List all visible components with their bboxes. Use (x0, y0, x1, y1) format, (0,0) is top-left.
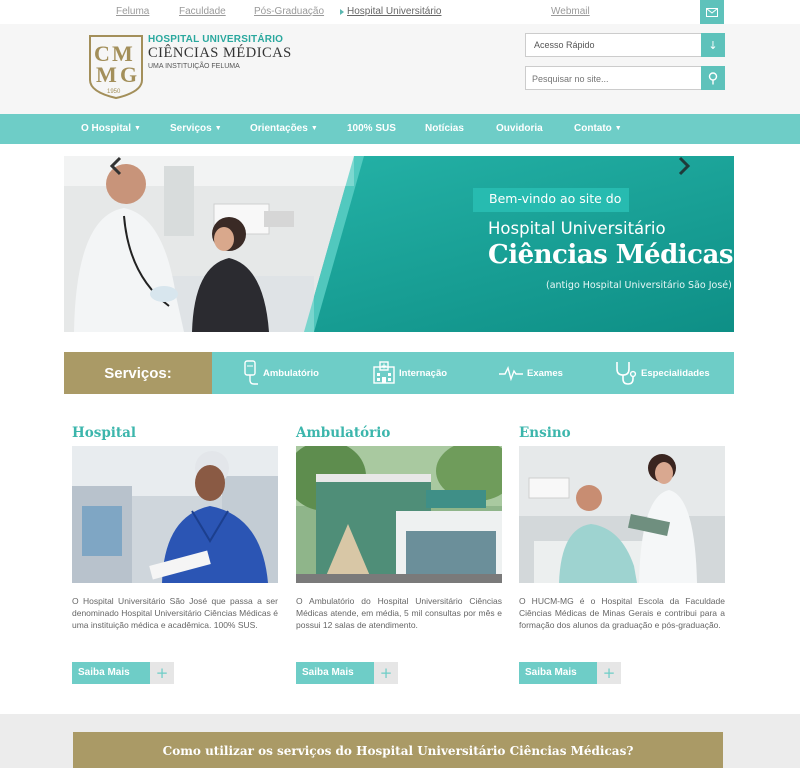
service-ambulatorio[interactable]: Ambulatório (242, 360, 319, 386)
search-input[interactable] (526, 68, 696, 90)
logo-line-ciencias: CIÊNCIAS MÉDICAS (148, 45, 292, 61)
content-section: Hospital O Hospital Universitário São Jo… (0, 414, 800, 714)
column-title: Ambulatório (296, 425, 391, 441)
column-ambulatorio: Ambulatório O Ambulatório do Hospital Un… (296, 414, 502, 650)
link-webmail[interactable]: Webmail (551, 6, 590, 17)
services-bar: Serviços: Ambulatório Internação Exames … (64, 352, 734, 394)
how-to-use-banner[interactable]: Como utilizar os serviços do Hospital Un… (73, 732, 723, 768)
caret-down-icon: ▼ (134, 125, 141, 132)
button-label: Saiba Mais (296, 662, 374, 684)
nav-item-noticias[interactable]: Notícias (425, 123, 464, 134)
service-especialidades[interactable]: Especialidades (614, 360, 710, 386)
nav-label: Contato (574, 123, 612, 134)
plus-icon: + (374, 662, 398, 684)
service-internacao[interactable]: Internação (372, 360, 447, 386)
svg-text:M: M (96, 62, 117, 87)
saiba-mais-ensino-button[interactable]: Saiba Mais + (519, 662, 621, 684)
hero-slider: Bem-vindo ao site do Hospital Universitá… (64, 156, 734, 332)
saiba-mais-ambulatorio-button[interactable]: Saiba Mais + (296, 662, 398, 684)
logo-text: HOSPITAL UNIVERSITÁRIO CIÊNCIAS MÉDICAS … (148, 34, 292, 70)
nav-item-100-sus[interactable]: 100% SUS (347, 123, 396, 134)
hero-title-line1: Hospital Universitário (488, 219, 666, 238)
nav-label: O Hospital (81, 123, 132, 134)
column-text: O Hospital Universitário São José que pa… (72, 596, 278, 630)
saiba-mais-hospital-button[interactable]: Saiba Mais + (72, 662, 174, 684)
column-ensino: Ensino O HUCM-MG é o Hospital Escola da … (519, 414, 725, 650)
nav-item-orientacoes[interactable]: Orientações ▼ (250, 123, 318, 134)
nav-item-ouvidoria[interactable]: Ouvidoria (496, 123, 543, 134)
active-marker-icon (340, 9, 344, 15)
envelope-icon (706, 7, 718, 17)
ambulatorio-building-photo (296, 446, 502, 583)
hero-title-line2: Ciências Médicas (488, 240, 733, 270)
service-label: Internação (399, 367, 448, 379)
main-nav: O Hospital ▼ Serviços ▼ Orientações ▼ 100% … (0, 114, 800, 144)
link-feluma[interactable]: Feluma (116, 6, 149, 17)
button-label: Saiba Mais (72, 662, 150, 684)
top-links-bar: Feluma Faculdade Pós-Graduação Hospital … (0, 0, 800, 24)
logo-line-feluma: UMA INSTITUIÇÃO FELUMA (148, 63, 240, 70)
column-title: Hospital (72, 425, 137, 441)
svg-text:G: G (120, 62, 137, 87)
cmmg-seal-logo[interactable]: C M M G 1950 (88, 34, 144, 100)
column-title: Ensino (519, 425, 571, 441)
services-title: Serviços: (64, 352, 212, 394)
service-label: Ambulatório (263, 367, 319, 379)
search-button[interactable] (701, 66, 725, 90)
caret-down-icon: ▼ (214, 125, 222, 132)
quick-access-select[interactable]: Acesso Rápido ↓ (525, 33, 725, 57)
search-icon (708, 71, 718, 84)
nav-label: Orientações (250, 123, 308, 134)
plus-icon: + (150, 662, 174, 684)
iv-drip-icon (244, 360, 258, 385)
svg-text:1950: 1950 (107, 89, 121, 95)
column-text: O HUCM-MG é o Hospital Escola da Faculda… (519, 596, 725, 630)
button-label: Saiba Mais (519, 662, 597, 684)
slider-prev-arrow-icon[interactable] (108, 156, 124, 176)
search-box (525, 66, 725, 90)
link-hospital-universitario[interactable]: Hospital Universitário (347, 6, 441, 17)
link-pos-graduacao[interactable]: Pós-Graduação (254, 6, 324, 17)
logo-line-hospital: HOSPITAL UNIVERSITÁRIO (148, 34, 284, 45)
mail-button[interactable] (700, 0, 724, 24)
stethoscope-icon (616, 362, 637, 385)
nav-label: Serviços (170, 123, 212, 134)
chevron-down-icon[interactable]: ↓ (701, 33, 725, 57)
ensino-photo (519, 446, 725, 583)
hero-subtitle: (antigo Hospital Universitário São José) (546, 280, 732, 291)
nurse-photo (72, 446, 278, 583)
service-label: Exames (527, 367, 563, 379)
hero-welcome-badge: Bem-vindo ao site do (473, 188, 630, 212)
column-hospital: Hospital O Hospital Universitário São Jo… (72, 414, 278, 650)
caret-down-icon: ▼ (310, 125, 318, 132)
link-faculdade[interactable]: Faculdade (179, 6, 226, 17)
column-text: O Ambulatório do Hospital Universitário … (296, 596, 502, 630)
nav-item-contato[interactable]: Contato ▼ (574, 123, 622, 134)
service-label: Especialidades (641, 367, 710, 379)
hospital-building-icon (373, 361, 395, 384)
plus-icon: + (597, 662, 621, 684)
slider-next-arrow-icon[interactable] (676, 156, 692, 176)
nav-item-o-hospital[interactable]: O Hospital ▼ (81, 123, 141, 134)
service-exames[interactable]: Exames (498, 360, 563, 386)
site-header: C M M G 1950 HOSPITAL UNIVERSITÁRIO CIÊN… (0, 24, 800, 114)
quick-access-label: Acesso Rápido (534, 40, 595, 50)
heartbeat-icon (499, 366, 523, 381)
nav-item-servicos[interactable]: Serviços ▼ (170, 123, 222, 134)
caret-down-icon: ▼ (614, 125, 622, 132)
